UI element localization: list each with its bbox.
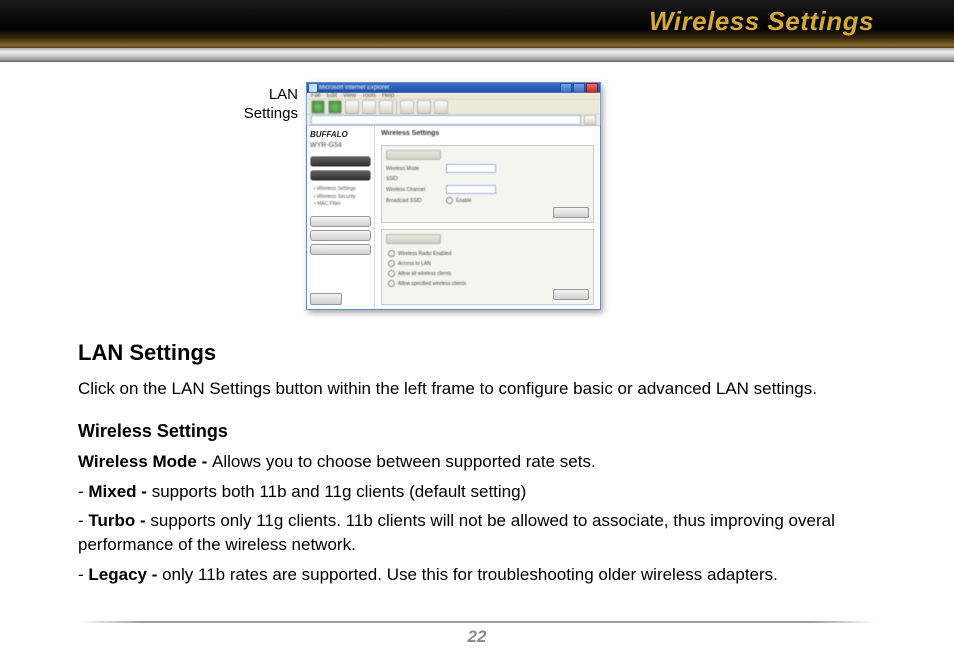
addressbar	[307, 115, 600, 126]
close-button[interactable]	[586, 83, 598, 93]
brand-logo: BUFFALO	[310, 130, 371, 139]
address-input[interactable]	[311, 115, 581, 125]
body-text: LAN Settings Click on the LAN Settings b…	[78, 338, 876, 587]
legacy-line: - Legacy - only 11b rates are supported.…	[78, 563, 876, 587]
minimize-button[interactable]	[560, 83, 572, 93]
panel-header	[386, 150, 441, 160]
back-button[interactable]	[311, 100, 325, 114]
header-band: Wireless Settings	[0, 0, 954, 48]
section-heading-lan: LAN Settings	[78, 338, 876, 369]
toolbar-button[interactable]	[434, 100, 448, 114]
stop-button[interactable]	[345, 100, 359, 114]
screenshot-callout-label: LAN Settings	[228, 86, 298, 124]
radio-option[interactable]: Enable	[446, 197, 472, 204]
mixed-line: - Mixed - supports both 11b and 11g clie…	[78, 480, 876, 504]
content-area: LAN Settings Microsoft Internet Explorer…	[0, 62, 954, 587]
favorites-button[interactable]	[417, 100, 431, 114]
page-body: BUFFALO WYR-G54 • Wireless Settings• Wir…	[307, 126, 600, 309]
section-heading-wireless: Wireless Settings	[78, 419, 876, 444]
home-button[interactable]	[379, 100, 393, 114]
nav-button[interactable]	[310, 170, 371, 181]
page-title: Wireless Settings	[649, 6, 874, 37]
footer-divider	[78, 621, 876, 623]
header-divider	[0, 48, 954, 62]
turbo-line: - Turbo - supports only 11g clients. 11b…	[78, 509, 876, 557]
footer: 22	[78, 621, 876, 647]
radio-option[interactable]: Wireless Radio Enabled	[388, 250, 587, 257]
callout-line1: LAN	[269, 86, 298, 103]
toolbar	[307, 100, 600, 115]
model-label: WYR-G54	[310, 142, 371, 149]
go-button[interactable]	[584, 115, 596, 125]
embedded-screenshot: Microsoft Internet Explorer FileEditView…	[306, 82, 601, 310]
left-nav: BUFFALO WYR-G54 • Wireless Settings• Wir…	[307, 126, 375, 309]
forward-button[interactable]	[328, 100, 342, 114]
menubar: FileEditViewToolsHelp	[307, 93, 600, 100]
panel-header	[386, 234, 441, 244]
window-title-text: Microsoft Internet Explorer	[319, 85, 389, 91]
select-field[interactable]	[446, 164, 496, 173]
screenshot-row: LAN Settings Microsoft Internet Explorer…	[228, 82, 876, 310]
nav-sublist: • Wireless Settings• Wireless Security• …	[310, 184, 371, 213]
select-field[interactable]	[446, 185, 496, 194]
turbo-text: supports only 11g clients. 11b clients w…	[78, 511, 835, 554]
search-button[interactable]	[400, 100, 414, 114]
refresh-button[interactable]	[362, 100, 376, 114]
apply-button[interactable]	[553, 207, 589, 218]
specify-button[interactable]	[553, 289, 589, 300]
radio-option[interactable]: Allow all wireless clients	[388, 270, 587, 277]
callout-line2: Settings	[244, 105, 298, 122]
wireless-mode-text: Allows you to choose between supported r…	[212, 452, 596, 471]
mixed-text: supports both 11b and 11g clients (defau…	[152, 482, 527, 501]
wireless-mode-line: Wireless Mode - Allows you to choose bet…	[78, 450, 876, 474]
window-titlebar: Microsoft Internet Explorer	[307, 83, 600, 93]
logout-button[interactable]	[310, 293, 342, 305]
app-icon	[309, 84, 317, 92]
maximize-button[interactable]	[573, 83, 585, 93]
nav-button[interactable]	[310, 230, 371, 241]
mixed-label: Mixed -	[88, 482, 151, 501]
legacy-label: Legacy -	[88, 565, 162, 584]
right-heading: Wireless Settings	[381, 130, 594, 137]
wireless-restrictions-panel: Wireless Radio Enabled Access to LAN All…	[381, 229, 594, 305]
nav-button[interactable]	[310, 216, 371, 227]
basic-settings-panel: Wireless Mode SSID Wireless Channel Broa…	[381, 145, 594, 223]
turbo-label: Turbo -	[88, 511, 150, 530]
wireless-mode-label: Wireless Mode -	[78, 452, 212, 471]
right-pane: Wireless Settings Wireless Mode SSID Wir…	[375, 126, 600, 309]
radio-option[interactable]: Allow specified wireless clients	[388, 280, 587, 287]
legacy-text: only 11b rates are supported. Use this f…	[162, 565, 778, 584]
radio-option[interactable]: Access to LAN	[388, 260, 587, 267]
nav-button[interactable]	[310, 156, 371, 167]
nav-button[interactable]	[310, 244, 371, 255]
lan-description: Click on the LAN Settings button within …	[78, 377, 876, 401]
page-number: 22	[78, 627, 876, 647]
